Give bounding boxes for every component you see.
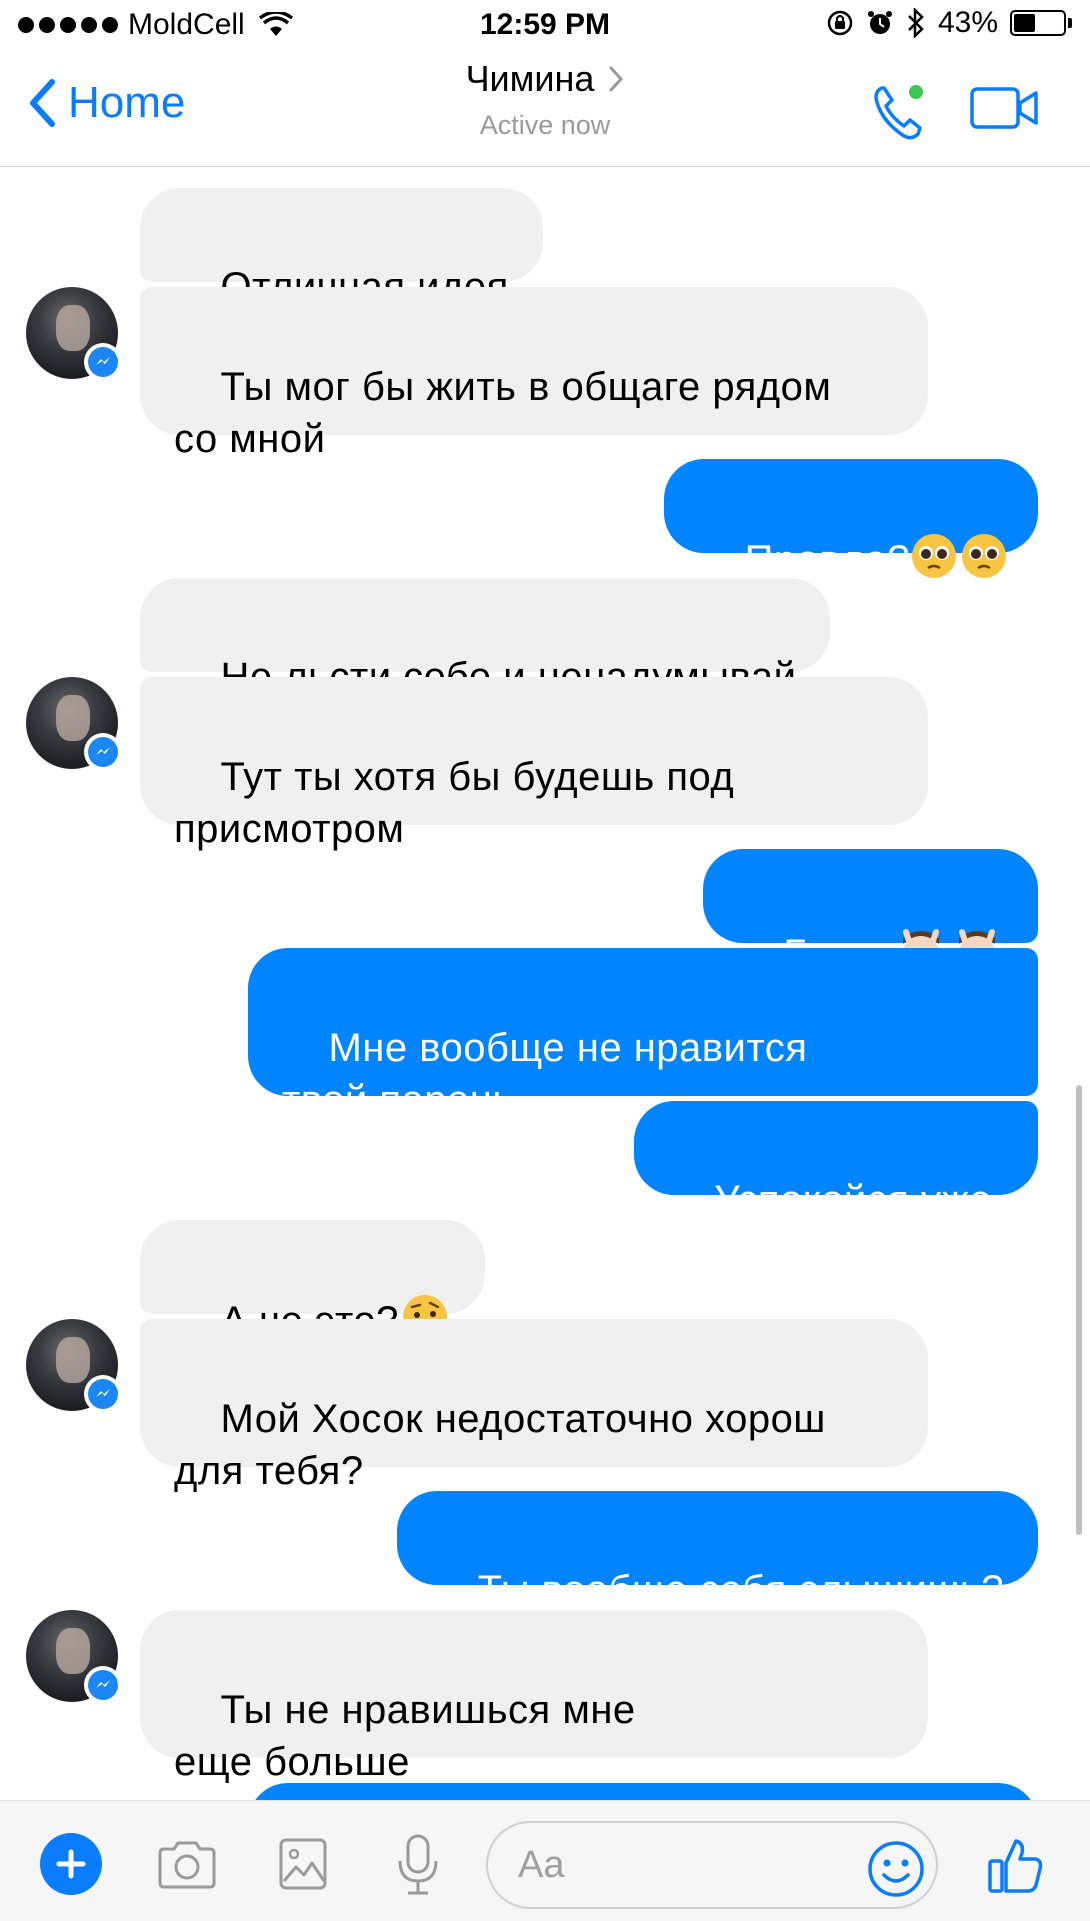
message-text: Ты вообще себя слышишь?: [477, 1568, 1004, 1612]
message-bubble-incoming[interactable]: Ты не нравишься мне еще больше: [140, 1610, 928, 1784]
online-dot: [909, 85, 923, 99]
message-list[interactable]: Отличная идея Ты мог бы жить в общаге ря…: [0, 167, 1090, 1800]
video-call-button[interactable]: [970, 86, 1040, 135]
message-bubble-outgoing[interactable]: Боже: [702, 849, 1038, 982]
alarm-icon: [867, 11, 892, 34]
message-bubble-outgoing[interactable]: Мне вообще не нравится твой парень: [248, 948, 1038, 1122]
message-bubble-incoming[interactable]: Мой Хосок недостаточно хорош для тебя?: [140, 1319, 928, 1493]
orientation-lock-icon: [827, 10, 853, 36]
battery-level: [1014, 14, 1035, 32]
messenger-badge-icon: [84, 1666, 122, 1704]
battery-cap: [1068, 18, 1072, 28]
emoji-button[interactable]: [866, 1839, 926, 1904]
chevron-right-icon: [609, 66, 624, 92]
avatar[interactable]: [26, 1610, 122, 1704]
message-bubble-outgoing-partial[interactable]: [248, 1783, 1038, 1800]
voice-message-button[interactable]: [394, 1833, 442, 1902]
battery-percentage: 43%: [937, 6, 998, 39]
phone-icon: [874, 85, 923, 140]
pleading-face-emoji: [910, 532, 1010, 593]
message-bubble-outgoing[interactable]: Правда?: [664, 459, 1038, 582]
plus-icon: [56, 1849, 86, 1879]
message-bubble-incoming[interactable]: Отличная идея: [140, 188, 543, 309]
message-text: Успокойся уже: [714, 1178, 992, 1222]
message-text: Мой Хосок недостаточно хорош для тебя?: [174, 1397, 826, 1493]
gallery-icon: [279, 1838, 327, 1890]
camera-button[interactable]: [156, 1839, 218, 1896]
message-bubble-incoming[interactable]: Ты мог бы жить в общаге рядом со мной: [140, 287, 928, 461]
message-text: Тут ты хотя бы будешь под присмотром: [174, 755, 735, 851]
contact-name-button[interactable]: Чимина: [466, 58, 625, 100]
messenger-badge-icon: [84, 733, 122, 771]
message-bubble-incoming[interactable]: А че это?: [140, 1220, 485, 1343]
microphone-icon: [398, 1834, 438, 1895]
smiley-icon: [868, 1841, 924, 1897]
message-bubble-outgoing[interactable]: Успокойся уже: [633, 1101, 1038, 1222]
status-bar: MoldCell 12:59 PM 43%: [0, 0, 1090, 50]
avatar[interactable]: [26, 677, 122, 771]
messenger-badge-icon: [84, 1375, 122, 1413]
message-bubble-incoming[interactable]: Тут ты хотя бы будешь под присмотром: [140, 677, 928, 851]
message-text: Правда?: [744, 538, 910, 583]
scrollbar[interactable]: [1076, 1085, 1082, 1535]
like-button[interactable]: [986, 1835, 1046, 1900]
thumbs-up-icon: [988, 1839, 1043, 1893]
messenger-badge-icon: [84, 343, 122, 381]
voice-call-button[interactable]: [868, 80, 932, 149]
video-camera-icon: [970, 87, 1038, 129]
composer-bar: [0, 1800, 1090, 1921]
message-bubble-incoming[interactable]: Не льсти себе и ненадумывай: [140, 578, 831, 699]
battery-icon: [1010, 10, 1066, 36]
message-text: Ты не нравишься мне еще больше: [174, 1688, 636, 1784]
contact-name: Чимина: [465, 58, 595, 99]
conversation-header: Home Чимина Active now: [0, 50, 1090, 167]
bluetooth-icon: [908, 8, 924, 38]
gallery-button[interactable]: [278, 1837, 328, 1896]
message-text: Ты мог бы жить в общаге рядом со мной: [174, 365, 832, 461]
avatar[interactable]: [26, 287, 122, 381]
camera-icon: [158, 1841, 216, 1889]
avatar[interactable]: [26, 1319, 122, 1413]
message-bubble-outgoing[interactable]: Ты вообще себя слышишь?: [397, 1491, 1038, 1612]
more-actions-button[interactable]: [40, 1833, 102, 1895]
